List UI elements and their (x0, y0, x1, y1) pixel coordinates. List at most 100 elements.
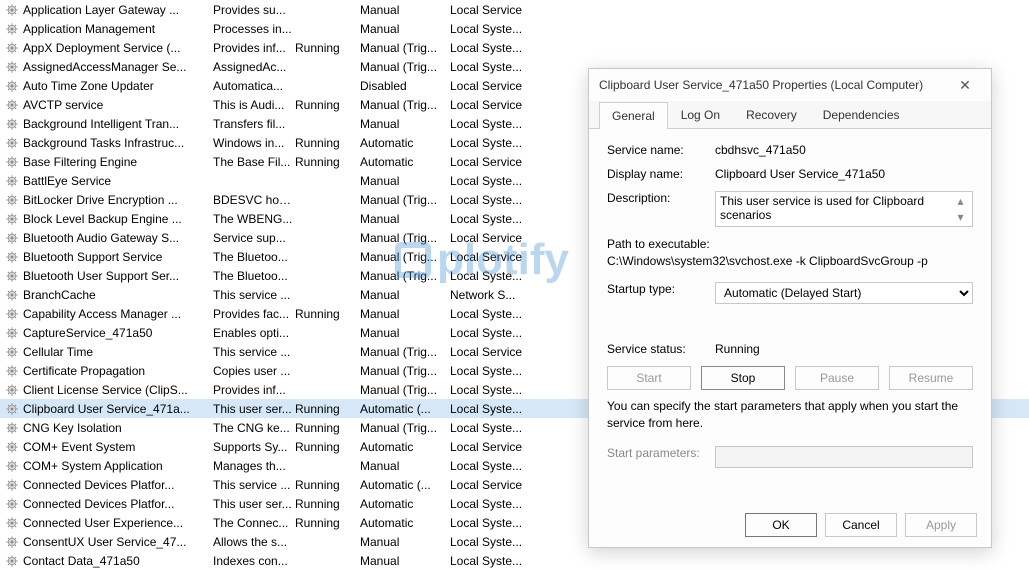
label-path: Path to executable: (607, 237, 973, 251)
label-description: Description: (607, 191, 715, 205)
cell-status: Running (295, 402, 360, 416)
cell-startup: Disabled (360, 79, 450, 93)
tab-logon[interactable]: Log On (668, 101, 733, 128)
cell-startup: Automatic (... (360, 478, 450, 492)
label-service-name: Service name: (607, 143, 715, 157)
gear-icon (5, 326, 19, 340)
label-service-status: Service status: (607, 342, 715, 356)
cell-logon: Local Syste... (450, 383, 540, 397)
cell-startup: Manual (Trig... (360, 345, 450, 359)
cell-logon: Local Syste... (450, 459, 540, 473)
dialog-title: Clipboard User Service_471a50 Properties… (599, 78, 949, 92)
cell-startup: Manual (Trig... (360, 269, 450, 283)
gear-icon (5, 79, 19, 93)
tab-recovery[interactable]: Recovery (733, 101, 810, 128)
cell-logon: Local Service (450, 98, 540, 112)
table-row[interactable]: Application Layer Gateway ...Provides su… (0, 0, 1029, 19)
cell-name: AVCTP service (23, 98, 213, 112)
cell-description: Provides inf... (213, 383, 295, 397)
label-startup-type: Startup type: (607, 282, 715, 296)
gear-icon (5, 22, 19, 36)
scrollbar[interactable]: ▴ ▾ (953, 194, 968, 224)
cell-logon: Local Service (450, 79, 540, 93)
cell-description: Processes in... (213, 22, 295, 36)
gear-icon (5, 554, 19, 568)
dialog-titlebar: Clipboard User Service_471a50 Properties… (589, 69, 991, 101)
gear-icon (5, 60, 19, 74)
pause-button[interactable]: Pause (795, 366, 879, 390)
cell-name: COM+ Event System (23, 440, 213, 454)
cell-name: ConsentUX User Service_47... (23, 535, 213, 549)
cell-logon: Local Service (450, 345, 540, 359)
cell-status: Running (295, 136, 360, 150)
cell-startup: Manual (360, 288, 450, 302)
cell-logon: Local Syste... (450, 117, 540, 131)
table-row[interactable]: Contact Data_471a50Indexes con...ManualL… (0, 551, 1029, 570)
chevron-down-icon[interactable]: ▾ (957, 210, 963, 224)
start-button[interactable]: Start (607, 366, 691, 390)
cell-logon: Local Syste... (450, 41, 540, 55)
stop-button[interactable]: Stop (701, 366, 785, 390)
cell-description: This user ser... (213, 402, 295, 416)
chevron-up-icon[interactable]: ▴ (957, 194, 963, 208)
description-box[interactable]: This user service is used for Clipboard … (715, 191, 973, 227)
gear-icon (5, 174, 19, 188)
cell-logon: Local Service (450, 440, 540, 454)
close-icon[interactable]: ✕ (949, 69, 981, 101)
cell-description: The WBENG... (213, 212, 295, 226)
cell-logon: Local Syste... (450, 497, 540, 511)
startup-type-select[interactable]: Automatic (Delayed Start) (715, 282, 973, 304)
cell-logon: Local Service (450, 250, 540, 264)
cell-status: Running (295, 98, 360, 112)
table-row[interactable]: AppX Deployment Service (...Provides inf… (0, 38, 1029, 57)
cell-status: Running (295, 421, 360, 435)
value-service-name: cbdhsvc_471a50 (715, 143, 973, 157)
cell-startup: Automatic (360, 440, 450, 454)
cancel-button[interactable]: Cancel (825, 513, 897, 537)
cell-logon: Local Syste... (450, 402, 540, 416)
gear-icon (5, 155, 19, 169)
start-params-input (715, 446, 973, 468)
cell-description: Provides inf... (213, 41, 295, 55)
cell-description: This service ... (213, 478, 295, 492)
cell-name: Certificate Propagation (23, 364, 213, 378)
cell-name: AppX Deployment Service (... (23, 41, 213, 55)
cell-description: Automatica... (213, 79, 295, 93)
cell-startup: Manual (360, 22, 450, 36)
cell-description: This service ... (213, 288, 295, 302)
gear-icon (5, 136, 19, 150)
cell-startup: Manual (Trig... (360, 383, 450, 397)
apply-button[interactable]: Apply (905, 513, 977, 537)
cell-name: Application Layer Gateway ... (23, 3, 213, 17)
cell-description: Transfers fil... (213, 117, 295, 131)
gear-icon (5, 212, 19, 226)
cell-startup: Manual (Trig... (360, 364, 450, 378)
gear-icon (5, 41, 19, 55)
cell-status: Running (295, 478, 360, 492)
tab-general[interactable]: General (599, 102, 668, 129)
cell-logon: Local Syste... (450, 60, 540, 74)
cell-description: AssignedAc... (213, 60, 295, 74)
cell-logon: Local Service (450, 231, 540, 245)
cell-description: Allows the s... (213, 535, 295, 549)
cell-name: Clipboard User Service_471a... (23, 402, 213, 416)
cell-startup: Manual (360, 117, 450, 131)
service-properties-dialog: Clipboard User Service_471a50 Properties… (588, 68, 992, 548)
cell-logon: Local Service (450, 478, 540, 492)
cell-description: Indexes con... (213, 554, 295, 568)
table-row[interactable]: Application ManagementProcesses in...Man… (0, 19, 1029, 38)
cell-description: The Connec... (213, 516, 295, 530)
value-path: C:\Windows\system32\svchost.exe -k Clipb… (607, 254, 973, 268)
gear-icon (5, 345, 19, 359)
cell-description: BDESVC hos... (213, 193, 295, 207)
tab-dependencies[interactable]: Dependencies (810, 101, 913, 128)
cell-description: Supports Sy... (213, 440, 295, 454)
cell-logon: Local Syste... (450, 174, 540, 188)
cell-name: Background Tasks Infrastruc... (23, 136, 213, 150)
cell-startup: Manual (360, 554, 450, 568)
gear-icon (5, 516, 19, 530)
cell-startup: Manual (360, 212, 450, 226)
resume-button[interactable]: Resume (889, 366, 973, 390)
ok-button[interactable]: OK (745, 513, 817, 537)
cell-description: The CNG ke... (213, 421, 295, 435)
